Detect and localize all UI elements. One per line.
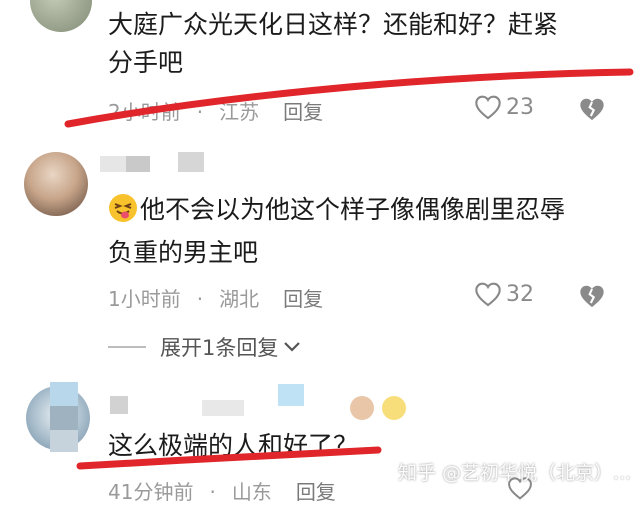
comment-text-line: 他不会以为他这个样子像偶像剧里忍辱 xyxy=(108,191,565,234)
comment-text: 他不会以为他这个样子像偶像剧里忍辱 负重的男主吧 xyxy=(108,191,565,272)
comment-meta: 2小时前 · 江苏 回复 xyxy=(108,96,323,125)
comment-time: 41分钟前 xyxy=(108,480,194,504)
heart-outline-icon xyxy=(475,95,501,120)
reply-button[interactable]: 回复 xyxy=(296,480,336,504)
like-count: 23 xyxy=(506,94,534,120)
comment-location: 湖北 xyxy=(219,287,260,311)
meta-separator: · xyxy=(209,480,216,504)
chevron-down-icon xyxy=(284,342,301,352)
meta-separator: · xyxy=(196,287,204,311)
like-button[interactable]: 32 xyxy=(474,281,534,307)
comment-text: 大庭广众光天化日这样？还能和好？赶紧 分手吧 xyxy=(108,6,558,82)
expand-replies-label: 展开1条回复 xyxy=(160,336,279,360)
comment-text-span: 他不会以为他这个样子像偶像剧里忍辱 xyxy=(140,195,566,224)
comment-meta: 41分钟前 · 山东 回复 xyxy=(108,476,336,505)
comment-text-line: 负重的男主吧 xyxy=(108,238,259,267)
comment-time: 1小时前 xyxy=(108,287,181,311)
comment-text: 这么极端的人和好了？ xyxy=(108,427,358,465)
expand-divider xyxy=(108,346,146,348)
username-mosaic xyxy=(100,152,220,174)
expand-replies-button[interactable]: 展开1条回复 xyxy=(108,332,302,362)
avatar[interactable] xyxy=(24,152,88,216)
broken-heart-icon[interactable] xyxy=(578,283,606,309)
comment-location: 江苏 xyxy=(219,100,260,124)
comment-meta: 1小时前 · 湖北 回复 xyxy=(108,283,323,312)
watermark: 知乎 @艺初华悦（北京）... xyxy=(398,462,632,484)
comment-text-line: 这么极端的人和好了？ xyxy=(108,431,359,460)
comment-text-line: 大庭广众光天化日这样？还能和好？赶紧 xyxy=(108,10,559,39)
heart-outline-icon xyxy=(475,282,501,307)
reply-button[interactable]: 回复 xyxy=(283,287,323,311)
meta-separator: · xyxy=(196,100,204,124)
avatar[interactable] xyxy=(30,0,92,32)
comment-location: 山东 xyxy=(231,480,272,504)
squinting-tongue-emoji-icon xyxy=(108,193,138,234)
avatar-mosaic xyxy=(50,382,80,454)
reply-button[interactable]: 回复 xyxy=(283,100,323,124)
broken-heart-icon[interactable] xyxy=(578,96,606,122)
comment-text-line: 分手吧 xyxy=(108,48,184,77)
username-mosaic xyxy=(110,384,420,420)
like-button[interactable]: 23 xyxy=(474,94,534,120)
comment-time: 2小时前 xyxy=(108,100,181,124)
like-count: 32 xyxy=(506,281,534,307)
